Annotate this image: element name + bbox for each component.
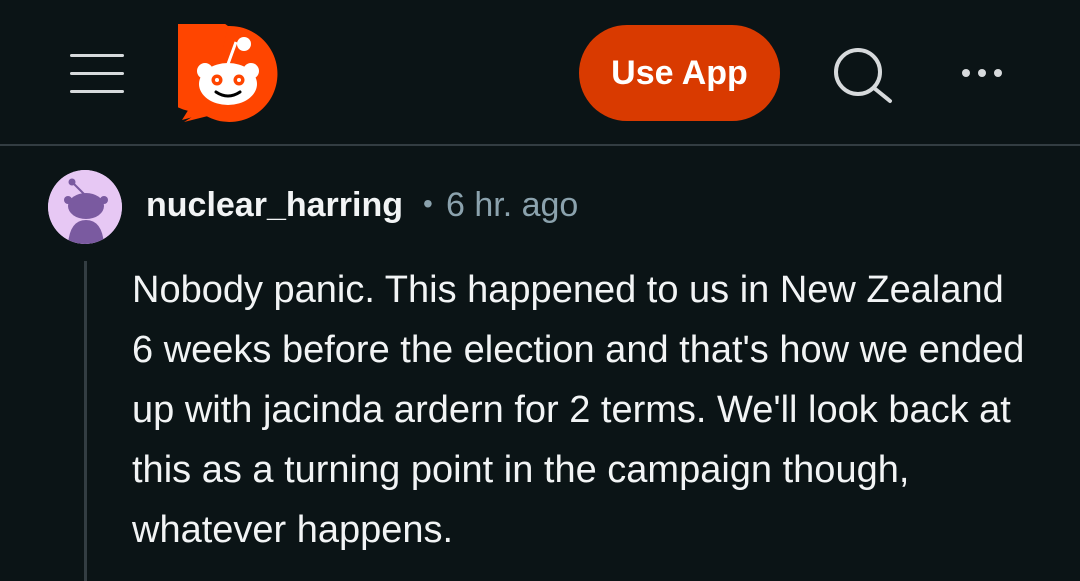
snoo-avatar-icon[interactable]: [48, 170, 122, 244]
use-app-button[interactable]: Use App: [579, 25, 780, 121]
reddit-logo-icon[interactable]: [150, 16, 278, 124]
comment-author[interactable]: nuclear_harring: [146, 186, 403, 225]
meta-separator: •: [423, 188, 433, 219]
hamburger-menu-icon[interactable]: [70, 52, 124, 94]
search-icon[interactable]: [830, 44, 896, 104]
top-app-bar: Use App: [0, 0, 1080, 146]
more-options-icon[interactable]: [956, 58, 1008, 88]
comment-timestamp: 6 hr. ago: [446, 186, 579, 224]
comment-body: Nobody panic. This happened to us in New…: [132, 269, 1025, 551]
comment-thread-line[interactable]: [84, 261, 87, 581]
comment: nuclear_harring • 6 hr. ago Nobody panic…: [0, 148, 1080, 581]
